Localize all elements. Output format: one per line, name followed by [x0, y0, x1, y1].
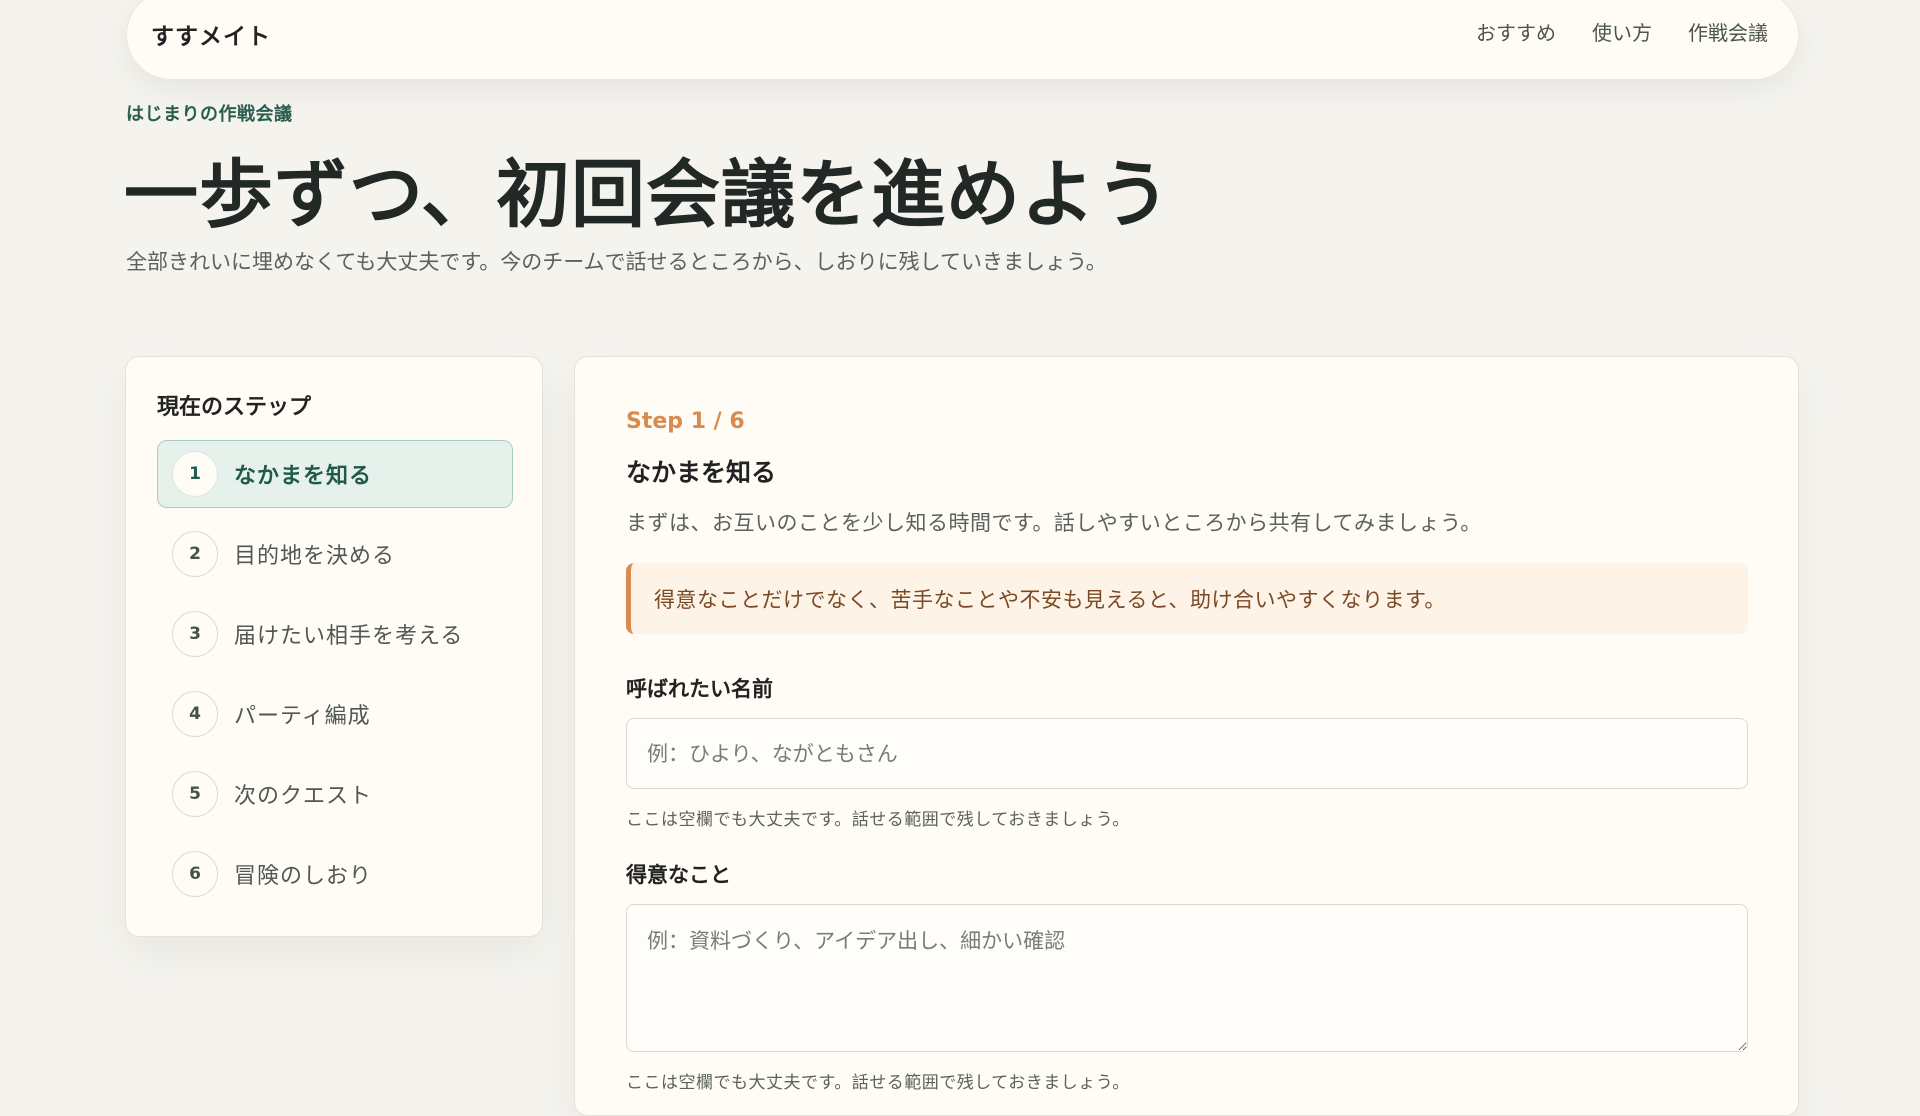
step-label: 次のクエスト	[234, 784, 373, 809]
step-item-5[interactable]: 5 次のクエスト	[157, 760, 513, 828]
name-input[interactable]	[626, 718, 1748, 789]
step-label: 冒険のしおり	[234, 864, 373, 889]
nav-link-howto[interactable]: 使い方	[1592, 17, 1652, 46]
step-list: 1 なかまを知る 2 目的地を決める 3 届けたい相手を考える 4 パーティ編成…	[157, 440, 513, 920]
step-number: 3	[172, 611, 218, 657]
step-counter: Step 1 / 6	[626, 409, 745, 434]
nav-link-recommend[interactable]: おすすめ	[1476, 17, 1556, 46]
step-number: 5	[172, 771, 218, 817]
strengths-field-hint: ここは空欄でも大丈夫です。話せる範囲で残しておきましょう。	[626, 1073, 1130, 1093]
steps-heading: 現在のステップ	[157, 395, 312, 420]
step-item-3[interactable]: 3 届けたい相手を考える	[157, 600, 513, 668]
step-item-4[interactable]: 4 パーティ編成	[157, 680, 513, 748]
step-content-card: Step 1 / 6 なかまを知る まずは、お互いのことを少し知る時間です。話し…	[574, 356, 1799, 1116]
hero-eyebrow: はじまりの作戦会議	[126, 104, 293, 125]
brand-logo[interactable]: すすメイト	[151, 17, 271, 51]
page-title: 一歩ずつ、初回会議を進めよう	[124, 152, 1172, 238]
top-nav: すすメイト おすすめ 使い方 作戦会議	[126, 0, 1799, 80]
step-number: 2	[172, 531, 218, 577]
nav-links: おすすめ 使い方 作戦会議	[1476, 17, 1768, 46]
strengths-field-label: 得意なこと	[626, 863, 731, 887]
step-item-1[interactable]: 1 なかまを知る	[157, 440, 513, 508]
step-sidebar: 現在のステップ 1 なかまを知る 2 目的地を決める 3 届けたい相手を考える …	[125, 356, 543, 937]
step-number: 4	[172, 691, 218, 737]
step-number: 6	[172, 851, 218, 897]
name-field-hint: ここは空欄でも大丈夫です。話せる範囲で残しておきましょう。	[626, 810, 1130, 830]
step-label: なかまを知る	[234, 464, 373, 489]
step-label: 届けたい相手を考える	[234, 624, 464, 649]
step-label: 目的地を決める	[234, 544, 396, 569]
strengths-textarea[interactable]	[626, 904, 1748, 1052]
step-title: なかまを知る	[626, 458, 777, 487]
tip-callout: 得意なことだけでなく、苦手なことや不安も見えると、助け合いやすくなります。	[626, 563, 1748, 634]
step-label: パーティ編成	[234, 704, 371, 729]
step-item-6[interactable]: 6 冒険のしおり	[157, 840, 513, 908]
step-number: 1	[172, 451, 218, 497]
step-item-2[interactable]: 2 目的地を決める	[157, 520, 513, 588]
step-description: まずは、お互いのことを少し知る時間です。話しやすいところから共有してみましょう。	[626, 511, 1482, 535]
nav-link-strategy[interactable]: 作戦会議	[1688, 17, 1768, 46]
name-field-label: 呼ばれたい名前	[626, 677, 773, 701]
hero-subtitle: 全部きれいに埋めなくても大丈夫です。今のチームで話せるところから、しおりに残して…	[126, 250, 1107, 274]
